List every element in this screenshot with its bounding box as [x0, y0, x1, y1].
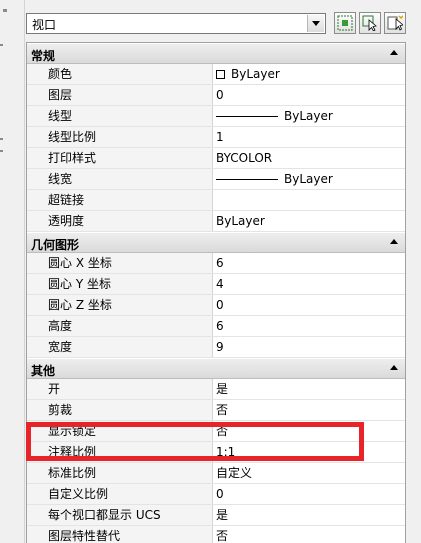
property-name: 透明度 [27, 211, 213, 231]
collapse-icon[interactable] [390, 239, 398, 244]
palette-right-edge [406, 42, 421, 543]
property-value[interactable]: 1 [213, 127, 405, 147]
property-row-custom-scale[interactable]: 自定义比例 0 [27, 484, 405, 505]
property-value[interactable]: 6 [213, 253, 405, 273]
property-value[interactable]: 是 [213, 379, 405, 399]
property-value[interactable]: 是 [213, 505, 405, 525]
property-name: 线型比例 [27, 127, 213, 147]
section-title: 几何图形 [31, 238, 80, 252]
object-type-value: 视口 [32, 18, 57, 32]
quick-select-icon [337, 15, 353, 31]
property-value[interactable]: 0 [213, 85, 405, 105]
property-value[interactable] [213, 190, 405, 210]
property-name: 打印样式 [27, 148, 213, 168]
toggle-pickadd-button[interactable] [384, 12, 406, 34]
property-row-center-z[interactable]: 圆心 Z 坐标 0 [27, 295, 405, 316]
property-row-ucs-per-viewport[interactable]: 每个视口都显示 UCS 是 [27, 505, 405, 526]
palette-grip-icon[interactable] [3, 9, 7, 12]
property-value-cell[interactable]: ByLayer [213, 64, 405, 84]
property-row-center-y[interactable]: 圆心 Y 坐标 4 [27, 274, 405, 295]
property-row-transparency[interactable]: 透明度 ByLayer [27, 211, 405, 232]
linetype-sample [216, 115, 278, 117]
property-name: 开 [27, 379, 213, 399]
property-row-annotation-scale[interactable]: 注释比例 1:1 [27, 442, 405, 463]
object-type-select[interactable]: 视口 [26, 13, 326, 34]
property-row-standard-scale[interactable]: 标准比例 自定义 [27, 463, 405, 484]
property-value[interactable]: 0 [213, 295, 405, 315]
property-name: 自定义比例 [27, 484, 213, 504]
property-value: ByLayer [231, 67, 280, 81]
property-row-linetype[interactable]: 线型 ByLayer [27, 106, 405, 127]
property-name: 线型 [27, 106, 213, 126]
property-name: 图层特性替代 [27, 526, 213, 543]
property-value[interactable]: ByLayer [213, 211, 405, 231]
property-name: 宽度 [27, 337, 213, 357]
section-header-geometry[interactable]: 几何图形 [27, 232, 405, 253]
property-row-width[interactable]: 宽度 9 [27, 337, 405, 358]
property-name: 图层 [27, 85, 213, 105]
property-value[interactable]: 9 [213, 337, 405, 357]
property-value[interactable]: 6 [213, 316, 405, 336]
property-row-height[interactable]: 高度 6 [27, 316, 405, 337]
property-value: ByLayer [284, 109, 333, 123]
section-header-misc[interactable]: 其他 [27, 358, 405, 379]
property-value[interactable]: 否 [213, 526, 405, 543]
property-name: 圆心 Z 坐标 [27, 295, 213, 315]
lineweight-sample [216, 178, 278, 180]
select-objects-button[interactable] [359, 12, 381, 34]
section-header-general[interactable]: 常规 [27, 43, 405, 64]
color-swatch-icon [216, 69, 225, 79]
properties-toolbar: 视口 [26, 10, 418, 36]
quick-select-button[interactable] [334, 12, 356, 34]
strip-divider [0, 138, 3, 140]
property-value[interactable]: 4 [213, 274, 405, 294]
property-row-layer-overrides[interactable]: 图层特性替代 否 [27, 526, 405, 543]
section-title: 常规 [31, 49, 56, 63]
section-title: 其他 [31, 364, 56, 378]
property-value: ByLayer [284, 172, 333, 186]
property-name: 注释比例 [27, 442, 213, 462]
property-value[interactable]: 否 [213, 400, 405, 420]
property-value[interactable]: 0 [213, 484, 405, 504]
property-row-lineweight[interactable]: 线宽 ByLayer [27, 169, 405, 190]
property-row-hyperlink[interactable]: 超链接 [27, 190, 405, 211]
property-row-layer[interactable]: 图层 0 [27, 85, 405, 106]
select-objects-icon [362, 15, 377, 31]
palette-title-strip[interactable] [0, 0, 25, 543]
property-row-linetype-scale[interactable]: 线型比例 1 [27, 127, 405, 148]
property-row-plot-style[interactable]: 打印样式 BYCOLOR [27, 148, 405, 169]
property-value[interactable]: 1:1 [213, 442, 405, 462]
collapse-icon[interactable] [390, 365, 398, 370]
property-name: 线宽 [27, 169, 213, 189]
property-row-color[interactable]: 颜色 ByLayer [27, 64, 405, 85]
strip-divider [0, 150, 3, 152]
property-name: 剪裁 [27, 400, 213, 420]
strip-divider [0, 44, 3, 46]
property-name: 每个视口都显示 UCS [27, 505, 213, 525]
property-name: 标准比例 [27, 463, 213, 483]
property-value[interactable]: 否 [213, 421, 405, 441]
toggle-pickadd-icon [387, 15, 403, 31]
property-row-center-x[interactable]: 圆心 X 坐标 6 [27, 253, 405, 274]
property-name: 超链接 [27, 190, 213, 210]
chevron-down-icon[interactable] [307, 15, 324, 32]
property-row-on[interactable]: 开 是 [27, 379, 405, 400]
property-value-cell[interactable]: ByLayer [213, 106, 405, 126]
property-value[interactable]: BYCOLOR [213, 148, 405, 168]
property-grid: 常规 颜色 ByLayer 图层 0 线型 ByLayer 线型比例 1 打印样… [26, 42, 406, 543]
property-name: 圆心 X 坐标 [27, 253, 213, 273]
property-name: 圆心 Y 坐标 [27, 274, 213, 294]
property-row-clipped[interactable]: 剪裁 否 [27, 400, 405, 421]
property-row-display-locked[interactable]: 显示锁定 否 [27, 421, 405, 442]
property-value[interactable]: 自定义 [213, 463, 405, 483]
property-name: 显示锁定 [27, 421, 213, 441]
collapse-icon[interactable] [390, 50, 398, 55]
property-name: 高度 [27, 316, 213, 336]
property-name: 颜色 [27, 64, 213, 84]
property-value-cell[interactable]: ByLayer [213, 169, 405, 189]
